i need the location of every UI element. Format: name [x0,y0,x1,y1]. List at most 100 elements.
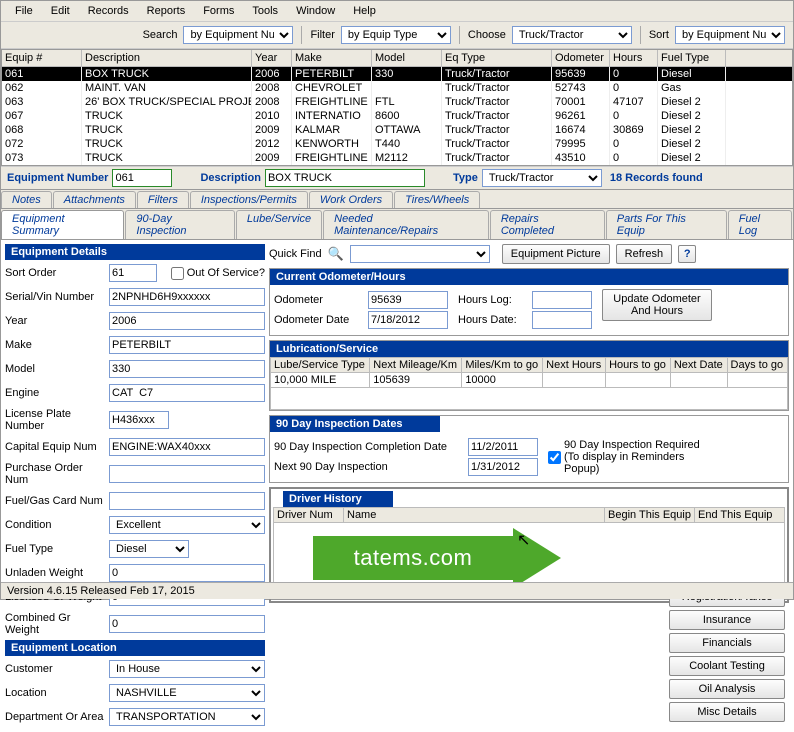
col-odometer[interactable]: Odometer [552,50,610,66]
sort-by-select[interactable]: by Equipment Num [675,26,785,44]
quickfind-select[interactable] [350,245,490,263]
table-row[interactable]: 067TRUCK2010INTERNATIO8600Truck/Tractor9… [2,109,792,123]
out-of-service-checkbox[interactable] [171,267,184,280]
menu-reports[interactable]: Reports [139,3,194,19]
combgr-input[interactable] [109,615,265,633]
tab-filters[interactable]: Filters [137,191,189,208]
col-eqtype[interactable]: Eq Type [442,50,552,66]
table-row[interactable]: 068TRUCK2009KALMAROTTAWATruck/Tractor166… [2,123,792,137]
eqnum-input[interactable] [112,169,172,187]
tab-tires[interactable]: Tires/Wheels [394,191,480,208]
lube-col-next-mileage: Next Mileage/Km [370,358,462,373]
right-button-column: Registration/Taxes Insurance Financials … [669,587,785,722]
col-equip[interactable]: Equip # [2,50,82,66]
menu-forms[interactable]: Forms [195,3,242,19]
odometer-date-input[interactable] [368,311,448,329]
oil-analysis-button[interactable]: Oil Analysis [669,679,785,699]
desc-input[interactable] [265,169,425,187]
col-hours[interactable]: Hours [610,50,658,66]
tab-repairs[interactable]: Repairs Completed [490,210,605,239]
tab-needed[interactable]: Needed Maintenance/Repairs [323,210,489,239]
hours-date-input[interactable] [532,311,592,329]
capeq-input[interactable] [109,438,265,456]
license-input[interactable] [109,411,169,429]
insurance-button[interactable]: Insurance [669,610,785,630]
filter-label: Filter [310,29,334,41]
condition-select[interactable]: Excellent [109,516,265,534]
tab-notes[interactable]: Notes [1,191,52,208]
equipment-grid: Equip # Description Year Make Model Eq T… [1,49,793,166]
tab-summary[interactable]: Equipment Summary [1,210,124,239]
lube-col-next-date: Next Date [670,358,727,373]
search-by-select[interactable]: by Equipment Num [183,26,293,44]
menu-file[interactable]: File [7,3,41,19]
equipment-bar: Equipment Number Description Type Truck/… [1,166,793,190]
filter-by-select[interactable]: by Equip Type [341,26,451,44]
table-row[interactable]: 062MAINT. VAN2008CHEVROLETTruck/Tractor5… [2,81,792,95]
fueltype-select[interactable]: Diesel [109,540,189,558]
model-input[interactable] [109,360,265,378]
hours-log-input[interactable] [532,291,592,309]
odometer-input[interactable] [368,291,448,309]
tab-90day[interactable]: 90-Day Inspection [125,210,235,239]
refresh-button[interactable]: Refresh [616,244,673,264]
sort-order-label: Sort Order [5,267,105,279]
lubrication-table[interactable]: Lube/Service Type Next Mileage/Km Miles/… [270,357,788,410]
grid-body[interactable]: 061BOX TRUCK2006PETERBILT330Truck/Tracto… [2,67,792,165]
col-fueltype[interactable]: Fuel Type [658,50,726,66]
eqnum-label: Equipment Number [7,172,108,184]
table-row[interactable]: 072TRUCK2012KENWORTHT440Truck/Tractor799… [2,137,792,151]
po-label: Purchase Order Num [5,462,105,486]
update-odometer-button[interactable]: Update Odometer And Hours [602,289,712,321]
col-description[interactable]: Description [82,50,252,66]
tab-fuellog[interactable]: Fuel Log [728,210,792,239]
financials-button[interactable]: Financials [669,633,785,653]
version-text: Version 4.6.15 Released Feb 17, 2015 [7,585,195,597]
coolant-button[interactable]: Coolant Testing [669,656,785,676]
menu-records[interactable]: Records [80,3,137,19]
menubar: File Edit Records Reports Forms Tools Wi… [1,1,793,22]
misc-details-button[interactable]: Misc Details [669,702,785,722]
tab-lube[interactable]: Lube/Service [236,210,322,239]
po-input[interactable] [109,465,265,483]
unladen-input[interactable] [109,564,265,582]
location-label: Location [5,687,105,699]
col-year[interactable]: Year [252,50,292,66]
tabs-row-2: Equipment Summary 90-Day Inspection Lube… [1,209,793,240]
driver-history-table[interactable]: Driver Num Name Begin This Equip End Thi… [273,507,785,583]
menu-tools[interactable]: Tools [244,3,286,19]
driver-col-name: Name [344,508,605,523]
location-select[interactable]: NASHVILLE [109,684,265,702]
help-icon[interactable]: ? [678,245,696,263]
equipment-picture-button[interactable]: Equipment Picture [502,244,610,264]
type-select[interactable]: Truck/Tractor [482,169,602,187]
insp-required-label: 90 Day Inspection Required (To display i… [564,439,718,475]
tab-parts[interactable]: Parts For This Equip [606,210,727,239]
fuelcard-input[interactable] [109,492,265,510]
dept-select[interactable]: TRANSPORTATION [109,708,265,726]
menu-window[interactable]: Window [288,3,343,19]
driver-col-end: End This Equip [695,508,785,523]
tab-inspections[interactable]: Inspections/Permits [190,191,308,208]
tab-workorders[interactable]: Work Orders [309,191,393,208]
table-row[interactable]: 06326' BOX TRUCK/SPECIAL PROJECTS2008FRE… [2,95,792,109]
engine-input[interactable] [109,384,265,402]
lube-row[interactable]: 10,000 MILE10563910000 [271,373,788,388]
menu-edit[interactable]: Edit [43,3,78,19]
serial-input[interactable] [109,288,265,306]
insp-next-input[interactable] [468,458,538,476]
table-row[interactable]: 073TRUCK2009FREIGHTLINEM2112Truck/Tracto… [2,151,792,165]
choose-select[interactable]: Truck/Tractor [512,26,632,44]
year-input[interactable] [109,312,265,330]
customer-select[interactable]: In House [109,660,265,678]
sort-order-input[interactable] [109,264,157,282]
col-make[interactable]: Make [292,50,372,66]
insp-comp-input[interactable] [468,438,538,456]
search-label: Search [143,29,178,41]
insp-required-checkbox[interactable] [548,451,561,464]
col-model[interactable]: Model [372,50,442,66]
make-input[interactable] [109,336,265,354]
menu-help[interactable]: Help [345,3,384,19]
tab-attachments[interactable]: Attachments [53,191,136,208]
table-row[interactable]: 061BOX TRUCK2006PETERBILT330Truck/Tracto… [2,67,792,81]
